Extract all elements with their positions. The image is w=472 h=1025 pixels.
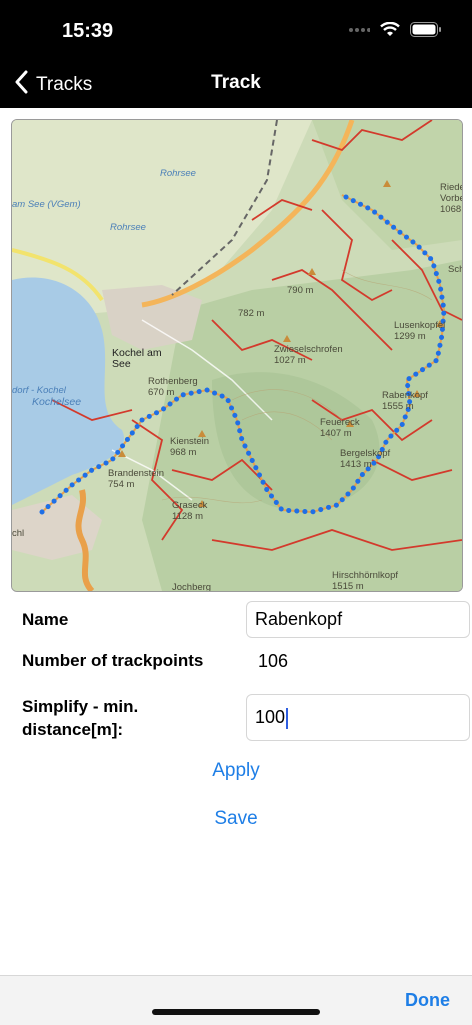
map-label: Kienstein 968 m [170, 436, 210, 458]
battery-icon [410, 22, 442, 42]
home-indicator [152, 1009, 320, 1015]
name-label: Name [22, 610, 69, 629]
map-label: Jochberg [172, 582, 212, 592]
done-button[interactable]: Done [405, 990, 450, 1011]
map-label: Hirschhörnlkopf 1515 m [332, 570, 398, 592]
map-label: Kochel am See [112, 347, 162, 370]
map-label: Lusenkopfel 1299 m [394, 320, 446, 342]
map-label: chl [12, 528, 25, 539]
bottom-toolbar: Done [0, 975, 472, 1025]
status-bar: 15:39 [0, 0, 472, 62]
map-label: 782 m [238, 308, 265, 319]
simplify-distance-value: 100 [255, 707, 286, 727]
trackpoints-label: Number of trackpoints [22, 651, 204, 670]
page-title: Track [211, 72, 261, 93]
map-label: am See (VGem) [12, 199, 81, 210]
map-label: Kochelsee [32, 396, 82, 408]
name-input[interactable]: Rabenkopf [246, 601, 470, 638]
wifi-icon [380, 21, 400, 42]
map-label: Rohrsee [110, 222, 146, 233]
map-label: Rabenkopf 1555 m [382, 390, 428, 412]
map-label: Brandenstein 754 m [108, 468, 164, 490]
map-label: Feuereck 1407 m [320, 417, 360, 439]
map-label: Graseck 1128 m [172, 500, 208, 522]
status-time: 15:39 [62, 20, 114, 42]
cellular-signal-icon [348, 23, 371, 41]
simplify-label: Simplify - min. distance[m]: [22, 697, 139, 739]
map-label: Rothenberg 670 m [148, 376, 198, 398]
map-label: Zwieselschrofen 1027 m [274, 344, 343, 366]
map-label: Rieder Vorberg 1068 m [440, 182, 462, 215]
map-canvas [12, 120, 462, 591]
apply-button[interactable]: Apply [0, 760, 472, 782]
map-label: 790 m [287, 285, 314, 296]
track-map[interactable]: Rohrsee Rohrsee am See (VGem) Kochel am … [11, 119, 463, 592]
map-label: Schw [448, 264, 462, 275]
simplify-distance-input[interactable]: 100 [246, 694, 470, 741]
navigation-bar: Tracks Track [0, 62, 472, 108]
save-button[interactable]: Save [0, 808, 472, 830]
name-input-value: Rabenkopf [255, 609, 343, 629]
map-label: dorf - Kochel [12, 385, 66, 396]
trackpoints-value: 106 [258, 651, 289, 671]
map-label: Rohrsee [160, 168, 196, 179]
map-label: Bergelskopf 1413 m [340, 448, 391, 470]
text-cursor [286, 707, 289, 729]
